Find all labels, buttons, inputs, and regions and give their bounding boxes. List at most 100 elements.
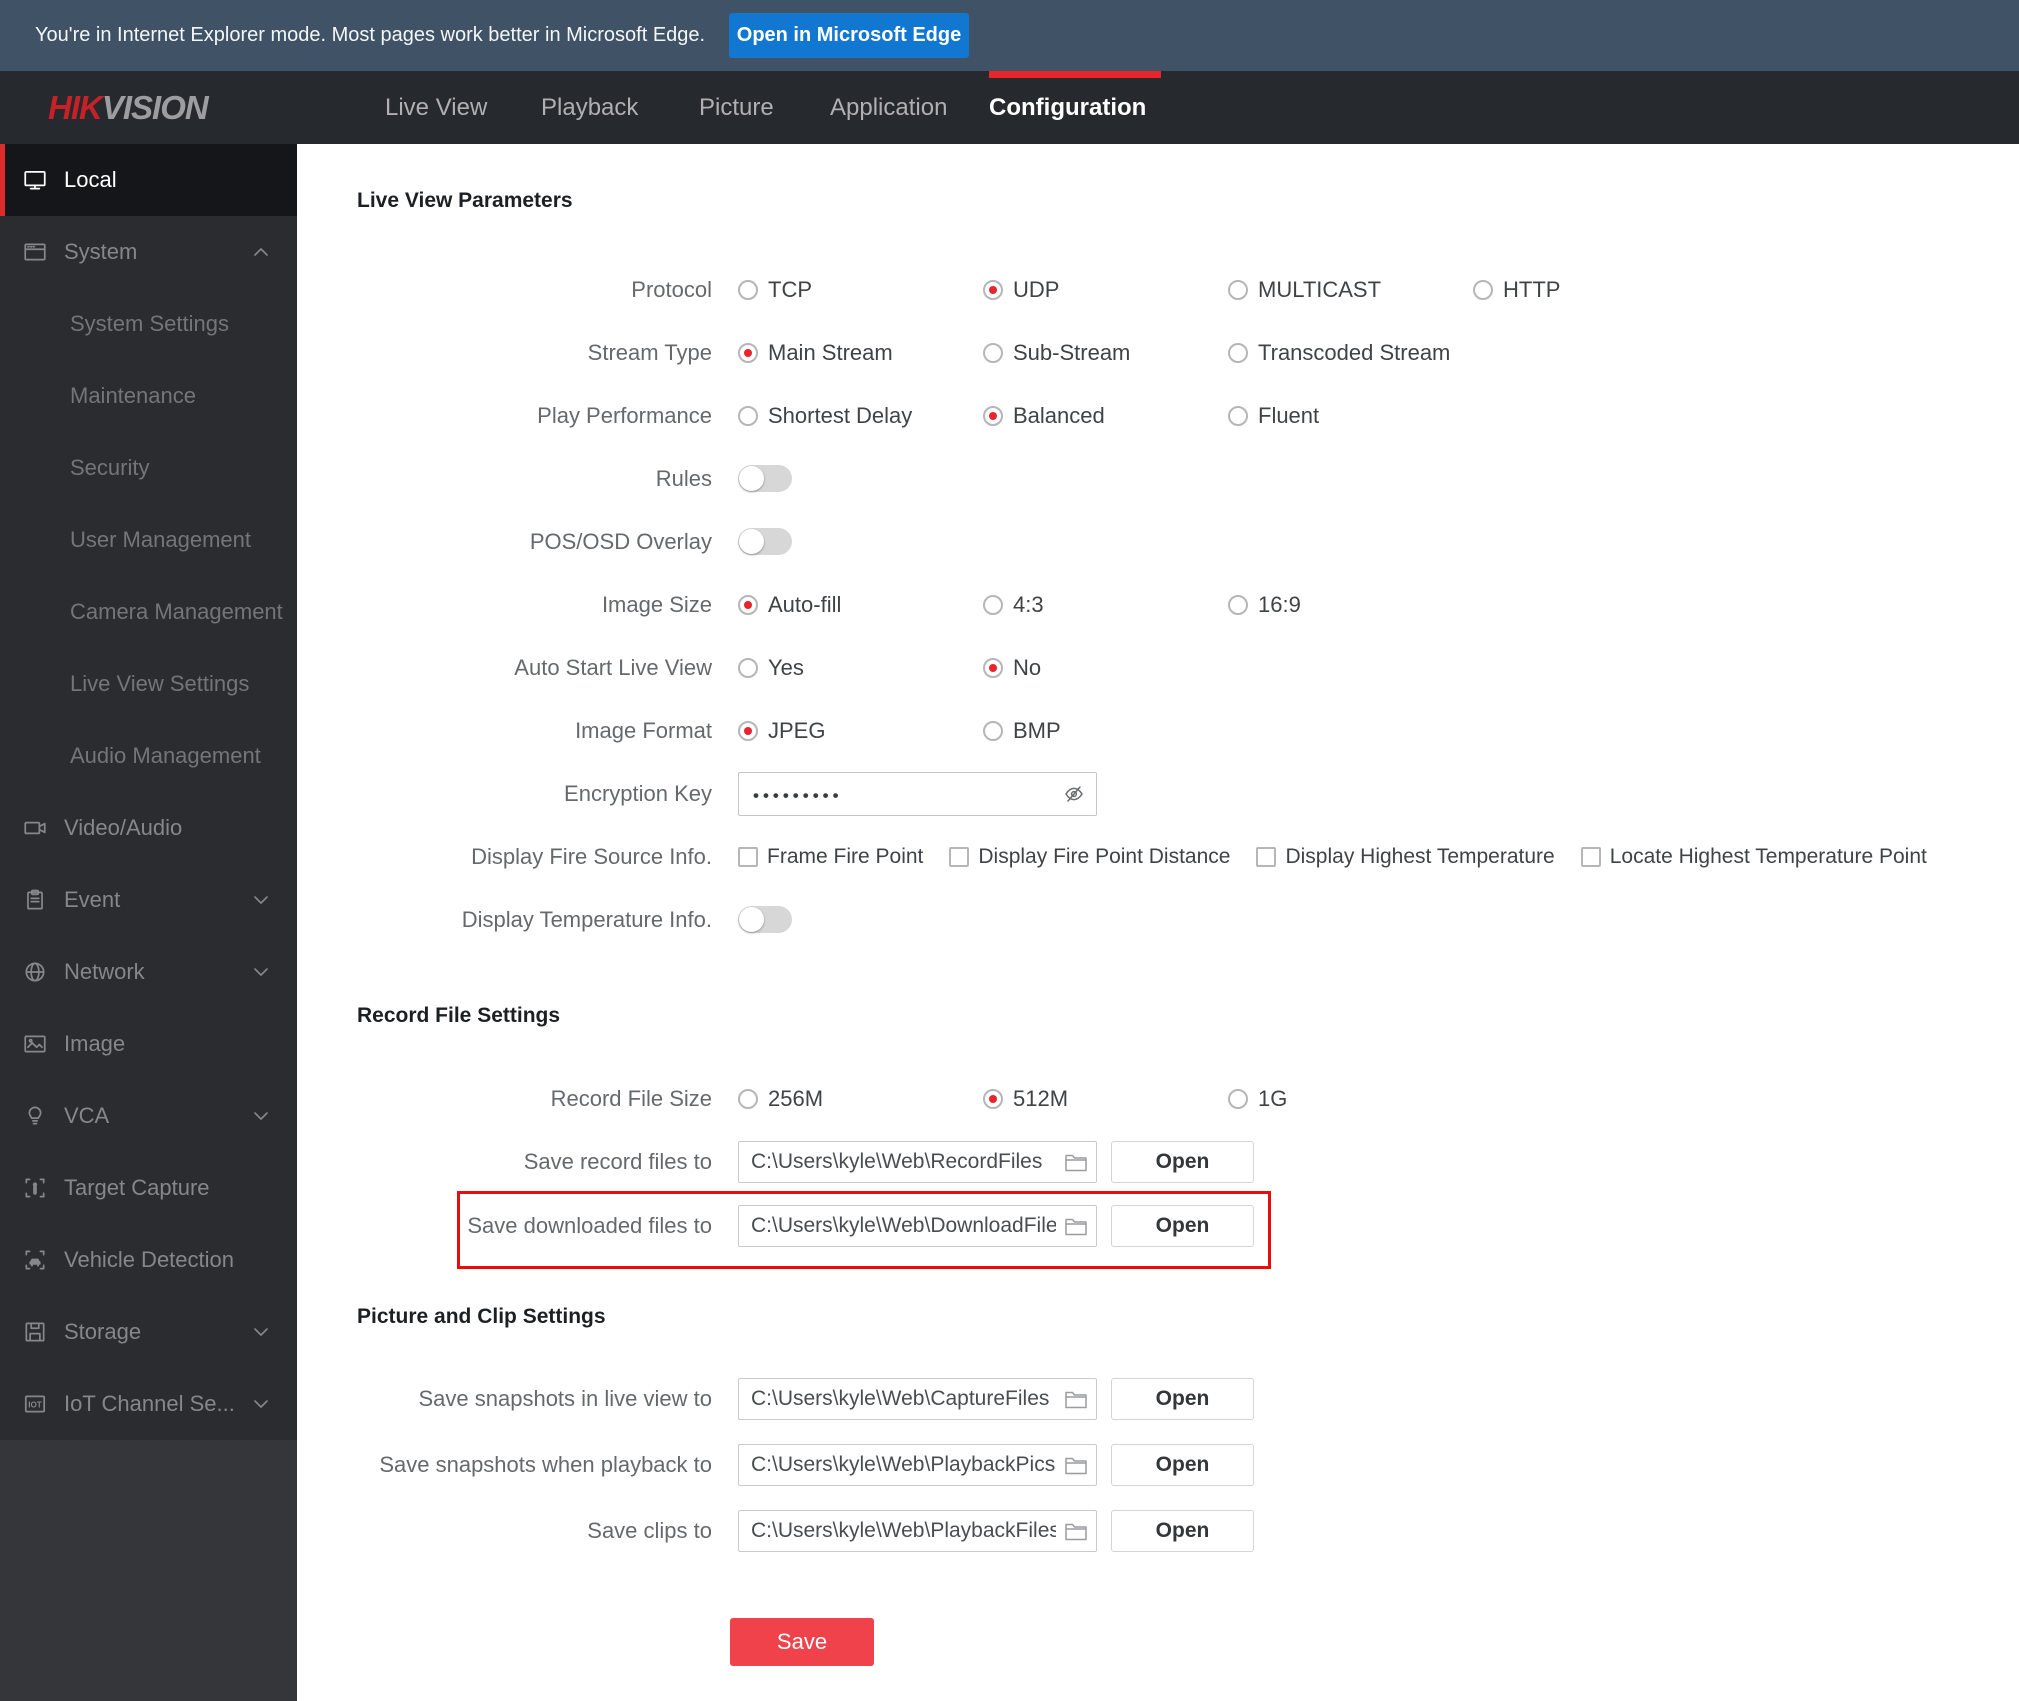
radio-sub-stream[interactable]: Sub-Stream — [983, 340, 1228, 366]
checkbox-display-highest-temperature[interactable]: Display Highest Temperature — [1256, 844, 1555, 869]
save-button[interactable]: Save — [730, 1618, 874, 1666]
rules-row: Rules — [357, 447, 2019, 510]
sidebar-item-camera-management[interactable]: Camera Management — [0, 576, 297, 648]
folder-icon[interactable] — [1064, 1521, 1088, 1541]
ie-mode-banner: You're in Internet Explorer mode. Most p… — [0, 0, 2019, 71]
radio-label: 4:3 — [1013, 591, 1044, 617]
checkbox-display-fire-point-distance[interactable]: Display Fire Point Distance — [949, 845, 1230, 869]
radio-multicast[interactable]: MULTICAST — [1228, 277, 1473, 303]
tab-playback[interactable]: Playback — [541, 71, 638, 144]
radio-transcoded-stream[interactable]: Transcoded Stream — [1228, 340, 1450, 366]
radio-auto-fill[interactable]: Auto-fill — [738, 592, 983, 618]
tab-application[interactable]: Application — [830, 71, 947, 144]
radio-circle — [738, 405, 758, 426]
save-clips-input[interactable]: C:\Users\kyle\Web\PlaybackFiles — [738, 1510, 1097, 1552]
show-password-icon[interactable] — [1062, 782, 1086, 806]
radio-http[interactable]: HTTP — [1473, 277, 1560, 303]
sidebar-item-iot-channel[interactable]: IOT IoT Channel Se... — [0, 1368, 297, 1440]
encryption-key-value: ••••••••• — [753, 785, 843, 805]
sidebar-item-vehicle-detection[interactable]: Vehicle Detection — [0, 1224, 297, 1296]
save-downloaded-files-label: Save downloaded files to — [467, 1213, 712, 1238]
radio-1g[interactable]: 1G — [1228, 1086, 1287, 1112]
checkbox-frame-fire-point[interactable]: Frame Fire Point — [738, 845, 923, 869]
play-performance-row: Play Performance Shortest Delay Balanced… — [357, 384, 2019, 447]
sidebar-item-target-capture[interactable]: Target Capture — [0, 1152, 297, 1224]
chevron-down-icon — [253, 1327, 269, 1337]
sidebar-item-video-audio[interactable]: Video/Audio — [0, 792, 297, 864]
display-temperature-info-row: Display Temperature Info. — [357, 888, 2019, 951]
sidebar-item-label: Target Capture — [64, 1175, 210, 1200]
sidebar-item-live-view-settings[interactable]: Live View Settings — [0, 648, 297, 720]
sidebar-item-user-management[interactable]: User Management — [0, 504, 297, 576]
open-playback-files-button[interactable]: Open — [1111, 1510, 1254, 1552]
display-temperature-info-toggle[interactable] — [738, 906, 792, 933]
radio-circle-selected — [983, 405, 1003, 426]
pos-osd-overlay-toggle[interactable] — [738, 528, 792, 555]
open-capture-files-button[interactable]: Open — [1111, 1378, 1254, 1420]
folder-icon[interactable] — [1064, 1455, 1088, 1475]
save-downloaded-files-input[interactable]: C:\Users\kyle\Web\DownloadFiles — [738, 1205, 1097, 1247]
save-record-files-input[interactable]: C:\Users\kyle\Web\RecordFiles — [738, 1141, 1097, 1183]
radio-4-3[interactable]: 4:3 — [983, 592, 1228, 618]
sidebar: Local System System Settings Maintenance… — [0, 144, 297, 1701]
sidebar-item-system-settings[interactable]: System Settings — [0, 288, 297, 360]
save-snapshots-playback-input[interactable]: C:\Users\kyle\Web\PlaybackPics — [738, 1444, 1097, 1486]
folder-icon[interactable] — [1064, 1216, 1088, 1236]
open-downloaded-files-button[interactable]: Open — [1111, 1205, 1254, 1247]
chevron-down-icon — [253, 967, 269, 977]
sidebar-item-vca[interactable]: VCA — [0, 1080, 297, 1152]
encryption-key-input[interactable]: ••••••••• — [738, 771, 1097, 816]
auto-start-live-view-label: Auto Start Live View — [514, 654, 712, 680]
radio-circle — [983, 594, 1003, 615]
sidebar-item-event[interactable]: Event — [0, 864, 297, 936]
save-record-files-row: Save record files to C:\Users\kyle\Web\R… — [357, 1130, 2019, 1194]
image-format-label: Image Format — [575, 717, 712, 743]
sidebar-item-audio-management[interactable]: Audio Management — [0, 720, 297, 792]
radio-yes[interactable]: Yes — [738, 655, 983, 681]
sidebar-item-security[interactable]: Security — [0, 432, 297, 504]
open-playback-pics-button[interactable]: Open — [1111, 1444, 1254, 1486]
radio-label: Main Stream — [768, 339, 893, 365]
sidebar-item-local[interactable]: Local — [0, 144, 297, 216]
radio-circle — [1473, 279, 1493, 300]
tab-live-view[interactable]: Live View — [385, 71, 487, 144]
save-clips-row: Save clips to C:\Users\kyle\Web\Playback… — [357, 1498, 2019, 1564]
rules-toggle[interactable] — [738, 465, 792, 492]
sidebar-item-maintenance[interactable]: Maintenance — [0, 360, 297, 432]
pos-osd-overlay-label: POS/OSD Overlay — [529, 528, 712, 554]
radio-fluent[interactable]: Fluent — [1228, 403, 1319, 429]
app-header: HIK VISION Live View Playback Picture App… — [0, 71, 2019, 144]
sidebar-item-system[interactable]: System — [0, 216, 297, 288]
radio-bmp[interactable]: BMP — [983, 718, 1061, 744]
tab-configuration[interactable]: Configuration — [989, 71, 1146, 144]
radio-udp[interactable]: UDP — [983, 277, 1228, 303]
sidebar-item-label: User Management — [70, 527, 251, 552]
radio-tcp[interactable]: TCP — [738, 277, 983, 303]
radio-main-stream[interactable]: Main Stream — [738, 340, 983, 366]
radio-no[interactable]: No — [983, 655, 1041, 681]
radio-circle-selected — [738, 342, 758, 363]
checkbox-locate-highest-temperature-point[interactable]: Locate Highest Temperature Point — [1580, 844, 1927, 869]
sidebar-item-network[interactable]: Network — [0, 936, 297, 1008]
radio-shortest-delay[interactable]: Shortest Delay — [738, 403, 983, 429]
radio-256m[interactable]: 256M — [738, 1086, 983, 1112]
tab-picture[interactable]: Picture — [699, 71, 774, 144]
ie-mode-message: You're in Internet Explorer mode. Most p… — [35, 24, 706, 46]
save-snapshots-live-view-input[interactable]: C:\Users\kyle\Web\CaptureFiles — [738, 1378, 1097, 1420]
sidebar-item-label: Security — [70, 455, 150, 480]
radio-balanced[interactable]: Balanced — [983, 403, 1228, 429]
checkbox-label: Display Highest Temperature — [1285, 844, 1555, 868]
sidebar-item-storage[interactable]: Storage — [0, 1296, 297, 1368]
radio-circle-selected — [738, 720, 758, 741]
radio-jpeg[interactable]: JPEG — [738, 718, 983, 744]
checkbox-label: Locate Highest Temperature Point — [1609, 844, 1927, 868]
open-record-files-button[interactable]: Open — [1111, 1141, 1254, 1183]
image-size-row: Image Size Auto-fill 4:3 16:9 — [357, 573, 2019, 636]
open-in-edge-button[interactable]: Open in Microsoft Edge — [729, 13, 969, 58]
folder-icon[interactable] — [1064, 1152, 1088, 1172]
radio-512m[interactable]: 512M — [983, 1086, 1228, 1112]
sidebar-item-image[interactable]: Image — [0, 1008, 297, 1080]
hikvision-logo: HIK VISION — [48, 71, 209, 144]
radio-16-9[interactable]: 16:9 — [1228, 592, 1301, 618]
folder-icon[interactable] — [1064, 1389, 1088, 1409]
